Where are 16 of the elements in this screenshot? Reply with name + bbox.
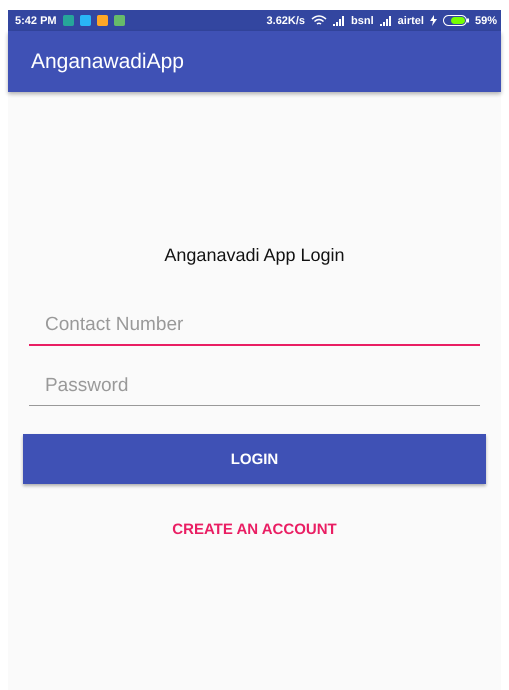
clock-time: 5:42 PM [15,14,57,26]
signal-icon [333,16,346,26]
signal-icon [380,16,392,26]
password-field[interactable]: Password [29,368,480,406]
login-button[interactable]: LOGIN [23,434,486,484]
contact-number-field[interactable]: Contact Number [29,308,480,346]
battery-icon [442,15,469,26]
battery-percent: 59% [474,14,497,26]
app-title: AnganawadiApp [31,50,184,74]
charging-icon [430,15,437,26]
network-speed: 3.62K/s [266,14,306,26]
carrier-name: bsnl [351,14,374,26]
login-heading: Anganavadi App Login [164,245,345,266]
create-account-link[interactable]: CREATE AN ACCOUNT [172,521,337,538]
wifi-icon [311,14,328,26]
carrier-name: airtel [398,14,424,26]
